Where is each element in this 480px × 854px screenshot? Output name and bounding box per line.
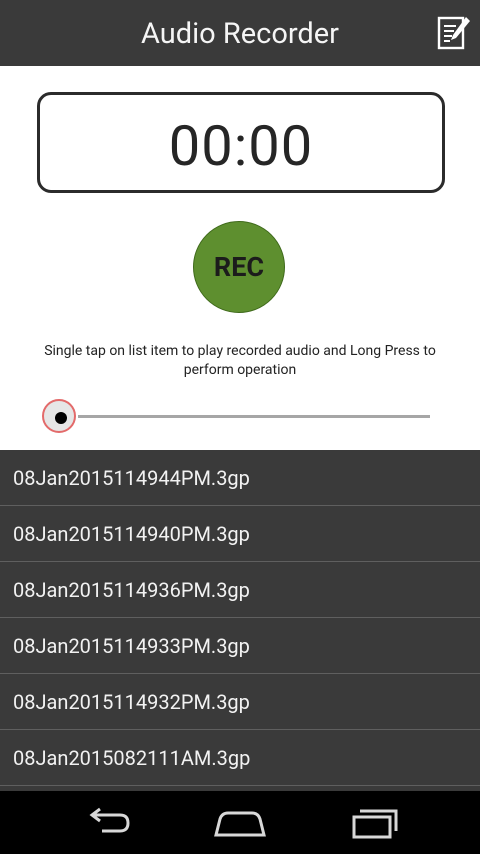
recording-item[interactable]: 08Jan2015082111AM.3gp	[0, 730, 480, 786]
home-button[interactable]	[212, 805, 268, 839]
recording-item[interactable]: 08Jan2015114933PM.3gp	[0, 618, 480, 674]
recording-item[interactable]: 08Jan2015114940PM.3gp	[0, 506, 480, 562]
instruction-text: Single tap on list item to play recorded…	[44, 343, 436, 378]
edit-note-icon	[437, 16, 470, 50]
app-bar: Audio Recorder	[0, 0, 480, 66]
system-nav-bar	[0, 791, 480, 854]
app-title: Audio Recorder	[141, 17, 339, 51]
elapsed-time: 00:00	[168, 113, 314, 179]
recents-button[interactable]	[346, 805, 402, 839]
recording-item[interactable]: 08Jan2015114944PM.3gp	[0, 450, 480, 506]
home-icon	[214, 811, 266, 837]
recording-item[interactable]: 08Jan2015114936PM.3gp	[0, 562, 480, 618]
seekbar-track	[78, 415, 430, 418]
edit-button[interactable]	[436, 14, 472, 52]
record-button-label: REC	[213, 251, 265, 283]
recording-item[interactable]: 08Jan2015114932PM.3gp	[0, 674, 480, 730]
recents-icon	[352, 809, 398, 839]
seekbar-thumb-dot	[55, 412, 67, 424]
recordings-list: 08Jan2015114944PM.3gp 08Jan2015114940PM.…	[0, 450, 480, 791]
back-icon	[89, 807, 130, 833]
seekbar-thumb[interactable]	[42, 399, 76, 433]
back-button[interactable]	[80, 805, 136, 839]
record-button[interactable]: REC	[193, 221, 285, 313]
timer-display: 00:00	[37, 92, 445, 193]
playback-seekbar[interactable]	[40, 398, 440, 438]
